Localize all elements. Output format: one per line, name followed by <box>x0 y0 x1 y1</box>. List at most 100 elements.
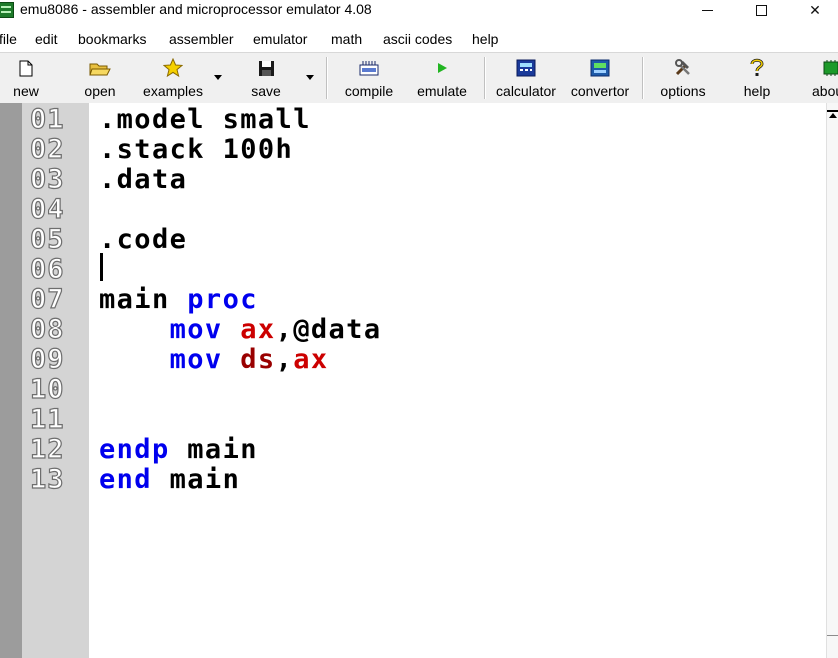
about-label: about <box>812 83 838 99</box>
code-token: .model small <box>99 104 311 135</box>
star-icon <box>162 57 184 79</box>
menu-emulator[interactable]: emulator <box>253 31 307 47</box>
maximize-icon <box>755 4 767 16</box>
help-label: help <box>743 83 771 99</box>
keyword-token: mov <box>169 344 223 375</box>
code-line[interactable]: .stack 100h <box>99 135 293 165</box>
line-number: 02 <box>29 134 65 165</box>
open-button[interactable]: open <box>80 55 120 101</box>
calculator-label: calculator <box>496 83 556 99</box>
line-number: 01 <box>29 104 65 135</box>
editor-left-margin <box>0 103 22 658</box>
register-token: ax <box>293 344 329 375</box>
help-button[interactable]: help <box>738 55 776 101</box>
code-line[interactable]: end main <box>99 465 240 495</box>
menu-math[interactable]: math <box>331 31 362 47</box>
close-button[interactable]: ✕ <box>792 0 838 20</box>
question-mark-icon <box>746 57 768 79</box>
line-number: 05 <box>29 224 65 255</box>
tools-hammer-wrench-icon <box>672 57 694 79</box>
vertical-scrollbar[interactable] <box>826 103 838 658</box>
scrollbar-bottom-line <box>827 635 838 636</box>
calculator-button[interactable]: calculator <box>491 55 561 101</box>
open-folder-icon <box>89 57 111 79</box>
menu-assembler[interactable]: assembler <box>169 31 234 47</box>
menu-bar: file edit bookmarks assembler emulator m… <box>0 28 838 50</box>
code-token: , <box>275 344 294 375</box>
code-editor[interactable]: 01 02 03 04 05 06 07 08 09 10 11 12 13 .model small .s… <box>0 103 838 658</box>
examples-label: examples <box>143 83 203 99</box>
line-number: 08 <box>29 314 65 345</box>
code-token: .data <box>99 164 188 195</box>
register-token: ds <box>240 344 276 375</box>
line-number: 06 <box>29 254 65 285</box>
open-label: open <box>84 83 116 99</box>
toolbar-separator <box>642 57 643 99</box>
code-token: .stack 100h <box>99 134 294 165</box>
menu-file[interactable]: file <box>0 31 17 47</box>
emulate-button[interactable]: emulate <box>412 55 472 101</box>
save-label: save <box>251 83 281 99</box>
code-line[interactable]: .model small <box>99 105 311 135</box>
minimize-button[interactable] <box>684 0 730 20</box>
maximize-button[interactable] <box>738 0 784 20</box>
new-file-icon <box>15 57 37 79</box>
toolbar-separator <box>484 57 485 99</box>
emulate-label: emulate <box>417 83 467 99</box>
new-button[interactable]: new <box>8 55 44 101</box>
scroll-up-arrow-icon[interactable] <box>829 113 837 118</box>
code-line[interactable]: mov ds,ax <box>99 345 329 375</box>
toolbar: new open examples save compile emulate c… <box>0 52 838 104</box>
line-number: 11 <box>29 404 65 435</box>
calculator-icon <box>515 57 537 79</box>
about-button[interactable]: about <box>812 55 838 101</box>
menu-edit[interactable]: edit <box>35 31 58 47</box>
convertor-icon <box>589 57 611 79</box>
code-token: main <box>151 464 241 495</box>
code-line[interactable]: .data <box>99 165 187 195</box>
register-token: ax <box>240 314 276 345</box>
minimize-icon <box>701 9 713 11</box>
menu-ascii-codes[interactable]: ascii codes <box>383 31 452 47</box>
save-dropdown-arrow-icon[interactable] <box>306 75 314 80</box>
convertor-label: convertor <box>570 83 630 99</box>
code-line[interactable]: endp main <box>99 435 258 465</box>
examples-dropdown-arrow-icon[interactable] <box>214 75 222 80</box>
line-number: 07 <box>29 284 65 315</box>
line-number: 12 <box>29 434 65 465</box>
menu-help[interactable]: help <box>472 31 498 47</box>
text-cursor <box>100 253 103 281</box>
code-line[interactable]: .code <box>99 225 187 255</box>
code-line[interactable]: mov ax,@data <box>99 315 382 345</box>
convertor-button[interactable]: convertor <box>567 55 633 101</box>
floppy-disk-icon <box>255 57 277 79</box>
save-button[interactable]: save <box>248 55 284 101</box>
new-label: new <box>13 83 39 99</box>
code-token: .code <box>99 224 188 255</box>
compile-button[interactable]: compile <box>339 55 399 101</box>
line-number: 10 <box>29 374 65 405</box>
line-number: 04 <box>29 194 65 225</box>
compile-label: compile <box>344 83 394 99</box>
code-token: main <box>99 284 188 315</box>
keyword-token: endp <box>99 434 170 465</box>
close-icon: ✕ <box>809 1 821 18</box>
keyword-token: proc <box>187 284 258 315</box>
code-token: main <box>169 434 258 465</box>
scrollbar-top-line <box>827 110 838 112</box>
code-line[interactable]: main proc <box>99 285 258 315</box>
options-button[interactable]: options <box>655 55 711 101</box>
line-number: 03 <box>29 164 65 195</box>
line-number: 09 <box>29 344 65 375</box>
about-chip-icon <box>820 57 838 79</box>
options-label: options <box>660 83 706 99</box>
examples-button[interactable]: examples <box>140 55 206 101</box>
code-token: ,@data <box>275 314 382 345</box>
window-title: emu8086 - assembler and microprocessor e… <box>20 1 372 17</box>
line-number: 13 <box>29 464 65 495</box>
menu-bookmarks[interactable]: bookmarks <box>78 31 146 47</box>
